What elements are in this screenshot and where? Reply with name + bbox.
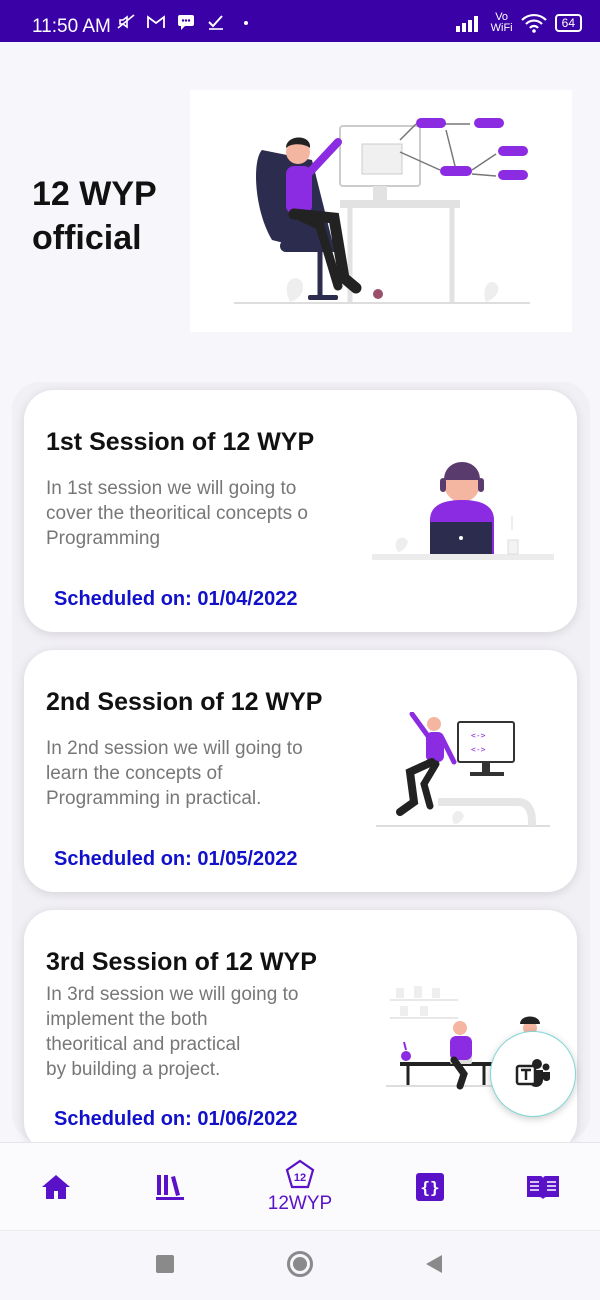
badge-12-icon: 12	[285, 1159, 315, 1189]
back-button[interactable]	[424, 1254, 444, 1274]
session-illustration	[368, 450, 558, 570]
vowifi-icon: Vo WiFi	[491, 12, 513, 34]
session-card[interactable]: 2nd Session of 12 WYP In 2nd session we …	[24, 650, 577, 892]
bottom-navigation: 12 12WYP {}	[0, 1142, 600, 1230]
nav-book[interactable]	[513, 1143, 573, 1231]
svg-text:<->: <->	[471, 745, 486, 754]
badge-12-text: 12	[294, 1172, 306, 1184]
wifi-icon	[520, 13, 547, 33]
header-illustration	[190, 90, 572, 332]
session-illustration: <-> <->	[374, 711, 554, 837]
home-system-button[interactable]	[287, 1251, 313, 1277]
nav-home[interactable]	[26, 1143, 86, 1231]
nav-library[interactable]	[140, 1143, 200, 1231]
teams-icon	[515, 1059, 550, 1087]
session-date: Scheduled on: 01/04/2022	[54, 588, 298, 610]
library-icon	[156, 1175, 184, 1200]
session-title: 3rd Session of 12 WYP	[46, 948, 317, 976]
home-icon	[42, 1175, 70, 1199]
mute-icon	[117, 14, 135, 29]
recents-button[interactable]	[156, 1255, 174, 1273]
session-description: In 3rd session we will going to implemen…	[46, 984, 299, 1080]
signal-icon	[455, 16, 478, 32]
session-description: In 2nd session we will going to learn th…	[46, 738, 303, 809]
svg-text:{}: {}	[420, 1178, 439, 1197]
system-navigation-bar	[0, 1230, 600, 1300]
code-braces-icon: {}	[416, 1173, 444, 1201]
home-system-dot	[293, 1257, 307, 1271]
page-title: 12 WYP official	[32, 175, 157, 257]
session-card[interactable]: 3rd Session of 12 WYP In 3rd session we …	[24, 910, 577, 1152]
session-title: 1st Session of 12 WYP	[46, 428, 315, 456]
battery-icon: 64	[554, 14, 582, 32]
system-icons: Vo WiFi 64	[455, 12, 582, 34]
notification-icons	[116, 14, 256, 30]
status-bar: 11:50 AM Vo WiFi 64	[0, 0, 600, 42]
vowifi-label-bottom: WiFi	[490, 22, 513, 34]
session-date: Scheduled on: 01/05/2022	[54, 848, 298, 870]
session-title: 2nd Session of 12 WYP	[46, 688, 323, 716]
book-icon	[527, 1176, 559, 1199]
dot-icon	[244, 21, 248, 25]
nav-12wyp[interactable]: 12 12WYP	[250, 1143, 350, 1231]
session-description: In 1st session we will going to cover th…	[46, 478, 308, 549]
teams-fab-button[interactable]	[490, 1031, 576, 1117]
session-card[interactable]: 1st Session of 12 WYP In 1st session we …	[24, 390, 577, 632]
gmail-icon	[147, 15, 165, 28]
status-time: 11:50 AM	[32, 16, 111, 37]
message-icon	[178, 15, 194, 30]
nav-code[interactable]: {}	[400, 1143, 460, 1231]
svg-text:<->: <->	[471, 731, 486, 740]
checkmark-icon	[208, 15, 223, 30]
nav-12wyp-label: 12WYP	[267, 1193, 333, 1214]
session-date: Scheduled on: 01/06/2022	[54, 1108, 298, 1130]
